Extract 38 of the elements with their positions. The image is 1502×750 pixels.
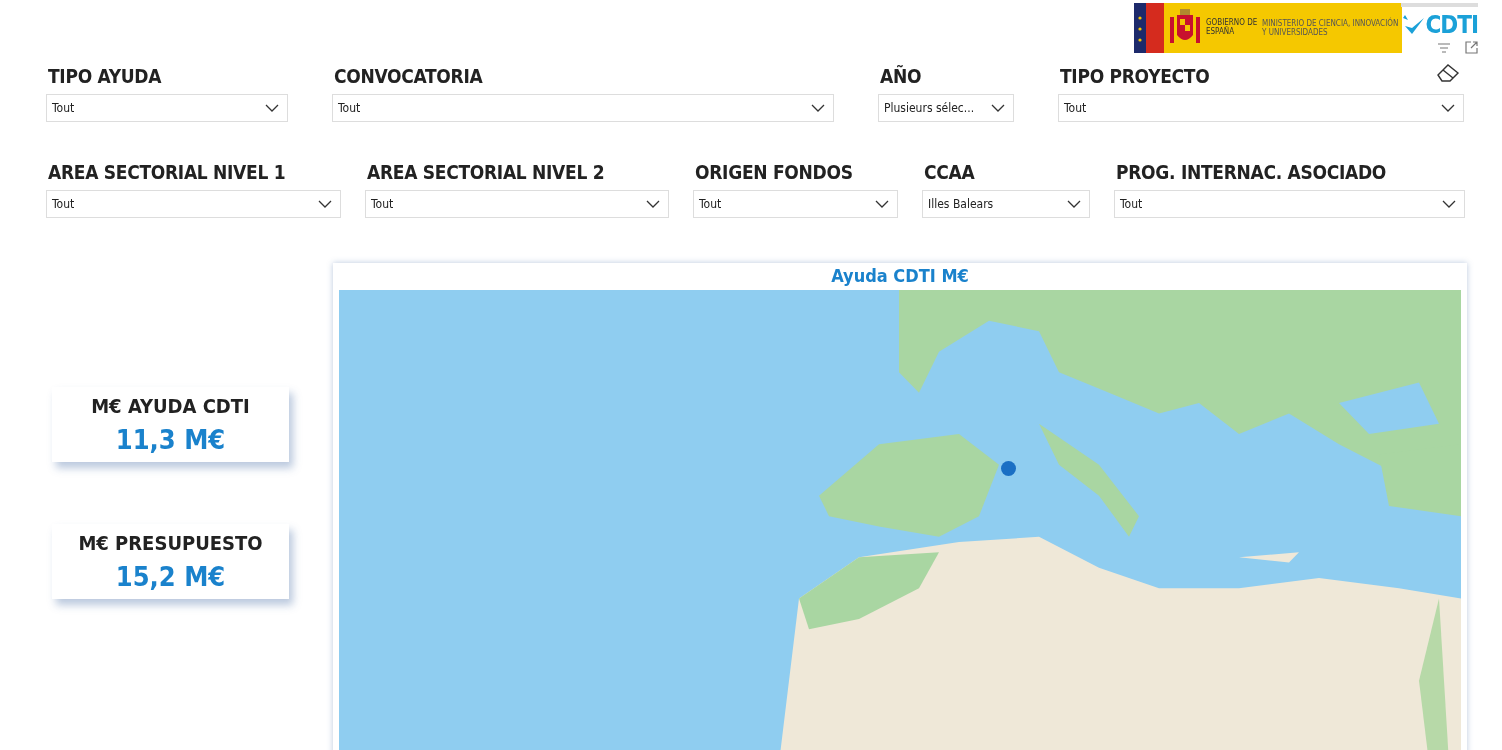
filter-dropdown[interactable]: Tout [1058,94,1464,122]
eraser-icon[interactable] [1436,63,1460,83]
filter-dropdown[interactable]: Tout [693,190,898,218]
chevron-icon [1067,200,1081,208]
filter-dropdown[interactable]: Tout [46,94,288,122]
expand-icon[interactable] [1465,41,1478,54]
filter-dropdown[interactable]: Tout [365,190,669,218]
filter-dropdown[interactable]: Tout [46,190,341,218]
filter-label: AREA SECTORIAL NIVEL 1 [47,161,286,183]
cdti-logo-text: CDTI [1425,11,1478,39]
filter-label: ORIGEN FONDOS [694,161,853,183]
chevron-icon [1441,104,1455,112]
ministry-name: MINISTERIO DE CIENCIA, INNOVACIÓN Y UNIVERSIDADES [1262,18,1400,38]
filter-label: AÑO [879,65,922,87]
kpi-value: 15,2 M€ [115,561,226,592]
government-name: GOBIERNO DE ESPAÑA [1206,19,1258,37]
filter-dropdown[interactable]: Tout [1114,190,1465,218]
filter-label: CONVOCATORIA [333,65,483,87]
filter-label: TIPO AYUDA [47,65,162,87]
chevron-icon [875,200,889,208]
kpi-value: 11,3 M€ [115,424,226,455]
filter-dropdown[interactable]: Tout [332,94,834,122]
chevron-icon [318,200,332,208]
chevron-icon [1442,200,1456,208]
filter-label: CCAA [923,161,975,183]
filter-dropdown[interactable]: Plusieurs sélec... [878,94,1014,122]
check-icon [1401,14,1426,36]
kpi-label: M€ AYUDA CDTI [91,394,250,418]
filter-label: TIPO PROYECTO [1059,65,1210,87]
chevron-icon [646,200,660,208]
chevron-icon [991,104,1005,112]
filter-label: AREA SECTORIAL NIVEL 2 [366,161,605,183]
chevron-icon [265,104,279,112]
map-title: Ayuda CDTI M€ [831,264,969,288]
filter-dropdown[interactable]: Illes Balears [922,190,1090,218]
kpi-label: M€ PRESUPUESTO [78,531,263,555]
filter-label: PROG. INTERNAC. ASOCIADO [1115,161,1387,183]
chevron-icon [811,104,825,112]
